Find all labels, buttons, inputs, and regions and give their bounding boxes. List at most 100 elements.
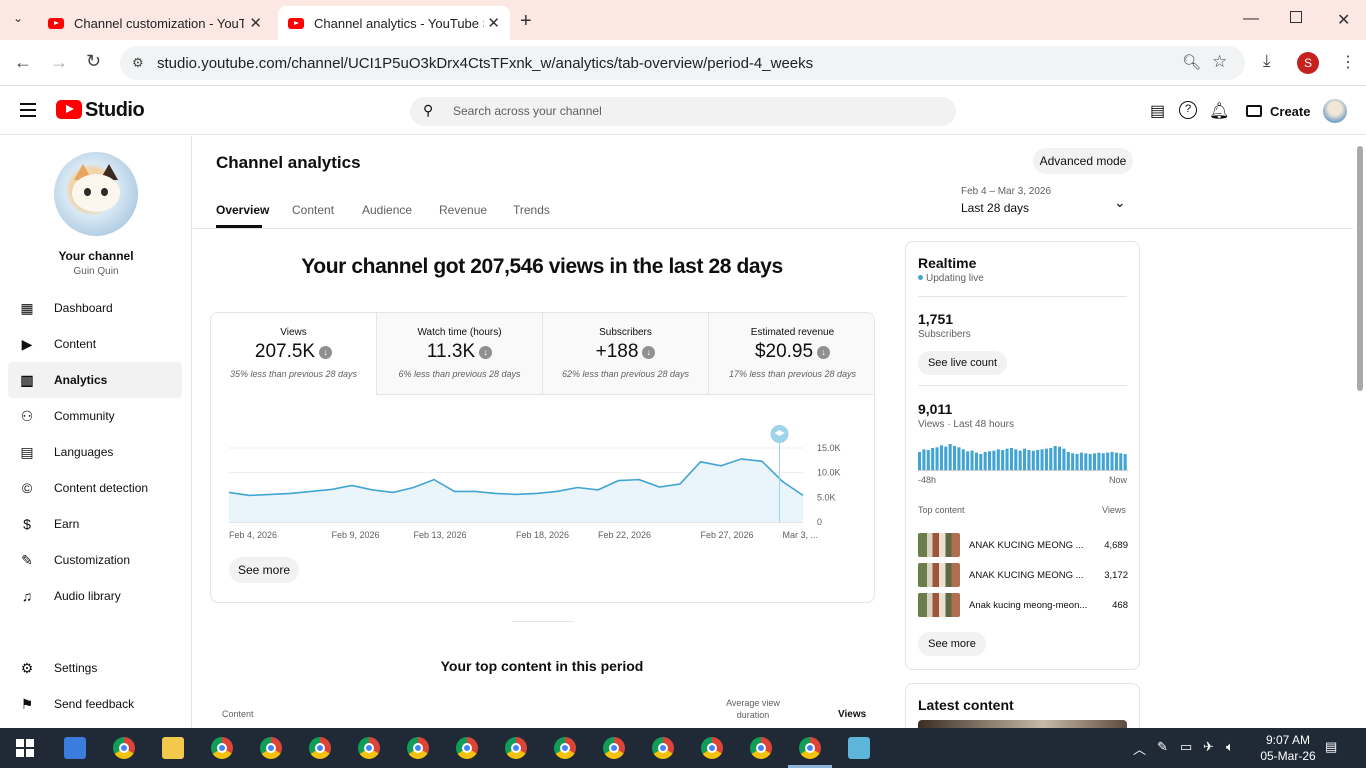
realtime-bar[interactable]	[988, 451, 992, 470]
tray-chevron-icon[interactable]: ︿	[1133, 739, 1146, 758]
airplane-mode-icon[interactable]: ✈	[1203, 739, 1214, 755]
chart-point[interactable]	[617, 479, 621, 483]
metric-subscribers[interactable]: Subscribers +188 ↓ 62% less than previous…	[543, 313, 709, 395]
tab-content[interactable]: Content	[292, 203, 334, 217]
chart-point[interactable]	[248, 493, 252, 497]
chart-point[interactable]	[473, 489, 477, 493]
battery-icon[interactable]: ▭	[1180, 739, 1192, 755]
realtime-bar[interactable]	[1062, 448, 1066, 470]
realtime-bar[interactable]	[1101, 453, 1105, 470]
realtime-bar[interactable]	[970, 450, 974, 470]
video-title[interactable]: Anak kucing meong-meon...	[969, 600, 1094, 611]
see-live-count-button[interactable]: See live count	[918, 351, 1007, 375]
chrome-profile-icon[interactable]	[603, 737, 625, 759]
realtime-bar[interactable]	[948, 444, 952, 470]
chart-point[interactable]	[535, 491, 539, 495]
new-tab-icon[interactable]: +	[520, 10, 532, 33]
chrome-profile-icon[interactable]	[554, 737, 576, 759]
sidebar-item-dashboard[interactable]: ▦ Dashboard	[8, 290, 182, 326]
column-header-views[interactable]: Views	[838, 709, 866, 720]
chart-point[interactable]	[350, 483, 354, 487]
file-explorer-icon[interactable]	[162, 737, 184, 759]
chrome-profile-icon[interactable]	[407, 737, 429, 759]
top-content-row[interactable]: Anak kucing meong-meon... 468	[918, 593, 1128, 617]
advanced-mode-button[interactable]: Advanced mode	[1033, 148, 1133, 174]
realtime-bar[interactable]	[1066, 452, 1070, 470]
realtime-bar[interactable]	[1075, 454, 1079, 470]
studio-logo-text[interactable]: Studio	[85, 99, 145, 122]
realtime-bar[interactable]	[1088, 454, 1092, 470]
chrome-profile-icon[interactable]	[505, 737, 527, 759]
chart-point[interactable]	[781, 480, 785, 484]
realtime-bar[interactable]	[1106, 452, 1110, 470]
chart-point[interactable]	[391, 490, 395, 494]
notifications-bell-icon[interactable]: 🔔︎	[1209, 101, 1229, 121]
realtime-bar[interactable]	[1049, 448, 1053, 470]
realtime-bar[interactable]	[1084, 453, 1088, 470]
chart-point[interactable]	[740, 457, 744, 461]
sidebar-item-content-detection[interactable]: © Content detection	[8, 470, 182, 506]
chart-point[interactable]	[309, 489, 313, 493]
tab-revenue[interactable]: Revenue	[439, 203, 487, 217]
chart-point[interactable]	[637, 478, 641, 482]
windows-start-icon[interactable]	[16, 739, 34, 757]
realtime-bar[interactable]	[1027, 450, 1031, 470]
chart-point[interactable]	[371, 488, 375, 492]
realtime-bar[interactable]	[935, 447, 939, 470]
chrome-app-icon[interactable]	[113, 737, 135, 759]
realtime-bar[interactable]	[1036, 450, 1040, 470]
realtime-bar[interactable]	[1114, 452, 1118, 470]
realtime-bar[interactable]	[1001, 450, 1005, 470]
chart-point[interactable]	[555, 489, 559, 493]
video-thumbnail[interactable]	[918, 593, 960, 617]
realtime-bar[interactable]	[1014, 449, 1018, 470]
realtime-bar[interactable]	[983, 452, 987, 470]
realtime-bar[interactable]	[974, 452, 978, 470]
see-more-button[interactable]: See more	[229, 557, 299, 583]
youtube-logo-icon[interactable]	[56, 100, 82, 119]
sidebar-item-community[interactable]: ⚇ Community	[8, 398, 182, 434]
realtime-bar[interactable]	[979, 454, 983, 470]
minimize-icon[interactable]: —	[1243, 10, 1259, 28]
search-input[interactable]: ⚲ Search across your channel	[410, 97, 956, 126]
chrome-app-icon[interactable]	[211, 737, 233, 759]
tab-overview[interactable]: Overview	[216, 203, 269, 217]
chrome-profile-icon[interactable]	[652, 737, 674, 759]
hamburger-menu-icon[interactable]	[20, 103, 36, 117]
realtime-bar[interactable]	[944, 446, 948, 470]
messages-icon[interactable]: ▤	[1150, 101, 1165, 121]
volume-icon[interactable]: 🔈︎	[1226, 739, 1234, 755]
window-close-icon[interactable]: ✕	[1337, 10, 1350, 30]
realtime-bar[interactable]	[966, 451, 970, 470]
chart-point[interactable]	[289, 491, 293, 495]
realtime-bar[interactable]	[1044, 448, 1048, 470]
sidebar-item-languages[interactable]: ▤ Languages	[8, 434, 182, 470]
realtime-bar[interactable]	[1031, 450, 1035, 470]
chart-point[interactable]	[699, 460, 703, 464]
chart-point[interactable]	[227, 490, 231, 494]
realtime-bar[interactable]	[996, 449, 1000, 470]
realtime-bar[interactable]	[1040, 449, 1044, 470]
realtime-bar[interactable]	[953, 446, 957, 470]
chart-point[interactable]	[514, 492, 518, 496]
account-avatar[interactable]	[1323, 99, 1347, 123]
realtime-bar[interactable]	[939, 445, 943, 470]
realtime-bar[interactable]	[1071, 453, 1075, 470]
browser-menu-icon[interactable]: ⋮	[1340, 52, 1356, 72]
chrome-profile-icon[interactable]	[260, 737, 282, 759]
tab-close-icon[interactable]: ✕	[487, 14, 500, 32]
browser-tab-analytics[interactable]: Channel analytics - YouTube Studio ✕	[278, 6, 510, 40]
clock[interactable]: 9:07 AM 05-Mar-26	[1256, 732, 1320, 764]
chart-point[interactable]	[678, 482, 682, 486]
chart-point[interactable]	[268, 492, 272, 496]
chrome-profile-icon[interactable]	[456, 737, 478, 759]
chevron-down-icon[interactable]: ⌄	[1114, 194, 1126, 211]
chrome-profile-icon[interactable]	[701, 737, 723, 759]
pen-icon[interactable]: ✎	[1157, 739, 1168, 755]
chrome-profile-icon[interactable]	[750, 737, 772, 759]
metric-revenue[interactable]: Estimated revenue $20.95 ↓ 17% less than …	[709, 313, 874, 395]
chart-point[interactable]	[576, 485, 580, 489]
sidebar-item-settings[interactable]: ⚙ Settings	[8, 650, 182, 686]
realtime-bar[interactable]	[918, 452, 922, 470]
see-more-button[interactable]: See more	[918, 632, 986, 656]
